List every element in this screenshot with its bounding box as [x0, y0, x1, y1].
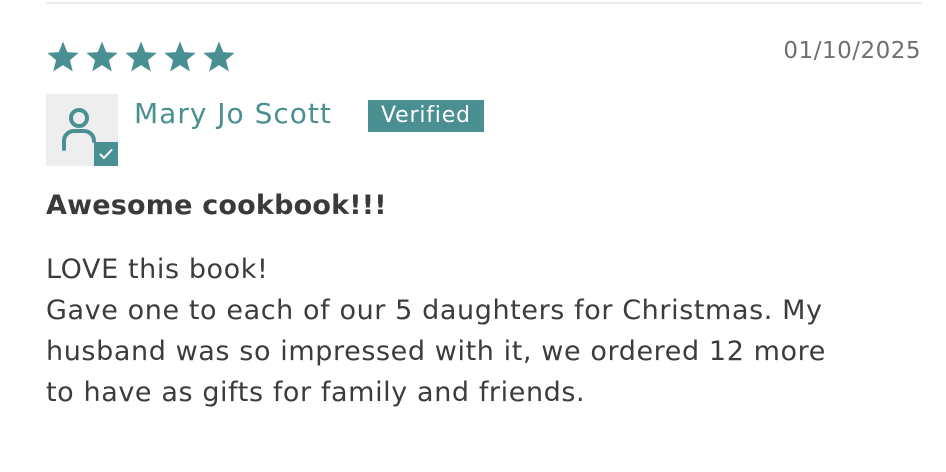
- star-rating: [45, 40, 237, 74]
- review-body: LOVE this book! Gave one to each of our …: [46, 249, 926, 413]
- review-body-line: LOVE this book!: [46, 254, 269, 285]
- review-date: 01/10/2025: [783, 38, 921, 64]
- checkmark-icon: [99, 149, 113, 159]
- author-name: Mary Jo Scott: [134, 97, 332, 130]
- review-title: Awesome cookbook!!!: [46, 190, 387, 221]
- verified-check-badge: [94, 142, 118, 166]
- review-body-line: husband was so impressed with it, we ord…: [46, 336, 826, 367]
- top-divider: [46, 2, 922, 4]
- star-icon: [86, 41, 118, 72]
- review-body-line: Gave one to each of our 5 daughters for …: [46, 295, 823, 326]
- star-icon: [164, 41, 196, 72]
- user-icon: [62, 108, 96, 151]
- avatar: [46, 94, 118, 166]
- star-icon: [125, 41, 157, 72]
- star-icon: [203, 41, 235, 72]
- star-icon: [47, 41, 79, 72]
- review-body-line: to have as gifts for family and friends.: [46, 377, 586, 408]
- verified-badge: Verified: [368, 100, 484, 132]
